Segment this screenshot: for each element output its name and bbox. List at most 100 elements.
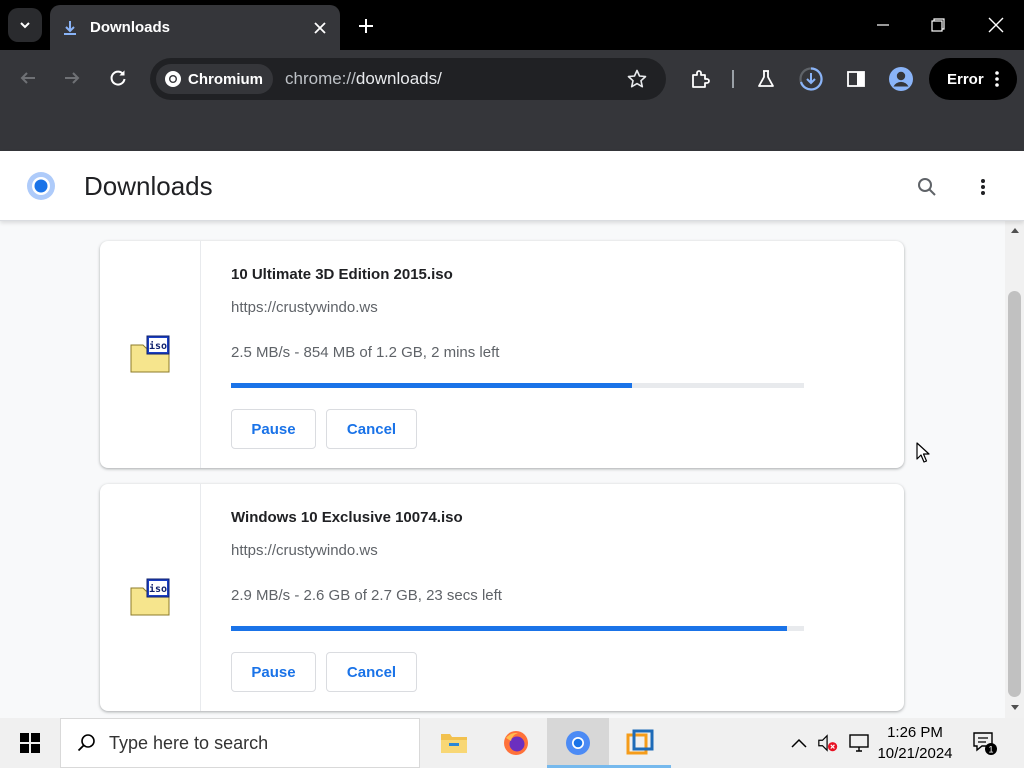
search-downloads-button[interactable] [912,172,942,202]
browser-toolbar: Chromium chrome://downloads/ Error [0,50,1024,108]
page-title: Downloads [84,171,213,201]
volume-button[interactable] [817,732,839,754]
reload-button[interactable] [103,63,133,93]
toolbar-separator [732,70,734,88]
taskbar-virtualbox[interactable] [609,718,671,768]
windows-logo-icon [20,733,40,753]
network-icon [849,734,869,752]
side-panel-icon [847,71,865,87]
tab-downloads[interactable]: Downloads [50,5,340,50]
tab-strip: Downloads [0,0,1024,50]
download-item: iso 10 Ultimate 3D Edition 2015.iso http… [100,241,904,468]
notification-count: 1 [988,745,993,755]
taskbar-file-explorer[interactable] [423,718,485,768]
minimize-button[interactable] [866,8,900,42]
virtual-machine-icon [626,729,654,755]
url-text[interactable]: chrome://downloads/ [285,69,622,89]
close-tab-icon[interactable] [308,16,332,40]
back-button[interactable] [13,63,43,93]
url-host: downloads/ [355,69,442,88]
back-arrow-icon [20,72,35,84]
error-menu-button[interactable]: Error [929,58,1017,100]
clock-date: 10/21/2024 [877,745,953,762]
side-panel-button[interactable] [841,64,871,94]
url-scheme: chrome:// [285,69,356,88]
download-status-button[interactable] [796,64,826,94]
cancel-button[interactable]: Cancel [326,409,417,449]
extensions-button[interactable] [685,64,715,94]
search-icon [77,734,95,752]
pause-button[interactable]: Pause [231,409,316,449]
cancel-button[interactable]: Cancel [326,652,417,692]
firefox-icon [504,731,528,755]
file-icon-column: iso [100,484,201,711]
file-source-url[interactable]: https://crustywindo.ws [231,542,378,559]
folder-icon [441,734,467,753]
action-center-button[interactable]: 1 [970,728,1000,758]
downloads-list: iso 10 Ultimate 3D Edition 2015.iso http… [0,221,1024,718]
restore-icon [931,18,945,32]
clock-time: 1:26 PM [887,724,943,741]
site-chip-label: Chromium [188,70,263,88]
download-progress-bar [231,383,804,388]
star-icon [627,69,647,88]
show-hidden-icons-button[interactable] [788,732,810,754]
pause-button[interactable]: Pause [231,652,316,692]
chevron-down-icon [20,22,30,29]
downloads-header: Downloads [0,151,1024,221]
download-progress-fill [231,626,787,631]
avatar-icon [889,67,913,91]
download-progress-bar [231,626,804,631]
close-icon [988,17,1004,33]
download-item: iso Windows 10 Exclusive 10074.iso https… [100,484,904,711]
taskbar-chromium[interactable] [547,718,609,768]
download-icon [62,20,78,36]
iso-file-icon: iso [130,578,170,616]
bookmark-star-button[interactable] [622,64,652,94]
taskbar-firefox[interactable] [485,718,547,768]
system-clock[interactable]: 1:26 PM 10/21/2024 [872,722,958,764]
tab-title: Downloads [90,19,171,36]
chromium-icon [566,731,590,755]
profile-avatar-button[interactable] [886,64,916,94]
scrollbar-thumb[interactable] [1008,291,1021,697]
close-window-button[interactable] [979,8,1013,42]
flask-icon [758,70,774,87]
file-icon-column: iso [100,241,201,468]
file-name[interactable]: 10 Ultimate 3D Edition 2015.iso [231,266,453,283]
scroll-down-arrow-icon[interactable] [1010,703,1020,713]
scroll-up-arrow-icon[interactable] [1010,225,1020,235]
site-info-chip[interactable]: Chromium [156,64,273,94]
file-source-url[interactable]: https://crustywindo.ws [231,299,378,316]
omnibox[interactable]: Chromium chrome://downloads/ [150,58,666,100]
volume-muted-icon [818,734,838,752]
mouse-pointer-icon [916,442,930,463]
file-name[interactable]: Windows 10 Exclusive 10074.iso [231,509,463,526]
download-progress-fill [231,383,633,388]
new-tab-button[interactable] [352,12,380,40]
toolbar-spacer [0,108,1024,151]
chromium-logo-icon [165,71,181,87]
taskbar-search-box[interactable]: Type here to search [60,718,420,768]
taskbar-search-placeholder: Type here to search [109,732,269,753]
network-button[interactable] [848,732,870,754]
tab-search-button[interactable] [8,8,42,42]
error-label: Error [947,70,984,88]
forward-arrow-icon [65,72,80,84]
chromium-logo-icon [27,172,55,200]
windows-taskbar: Type here to search 1:26 PM 10/21/2024 1 [0,718,1024,768]
minimize-icon [877,24,889,26]
page-scrollbar[interactable] [1005,221,1024,718]
download-status: 2.5 MB/s - 854 MB of 1.2 GB, 2 mins left [231,344,500,361]
plus-icon [359,19,373,33]
restore-button[interactable] [921,8,955,42]
downloads-menu-button[interactable] [968,172,998,202]
download-progress-icon [799,67,823,91]
reload-icon [110,70,126,86]
download-status: 2.9 MB/s - 2.6 GB of 2.7 GB, 23 secs lef… [231,587,502,604]
chevron-up-icon [791,738,807,748]
labs-button[interactable] [751,64,781,94]
kebab-menu-icon [995,71,999,87]
start-button[interactable] [0,718,60,768]
forward-button[interactable] [57,63,87,93]
